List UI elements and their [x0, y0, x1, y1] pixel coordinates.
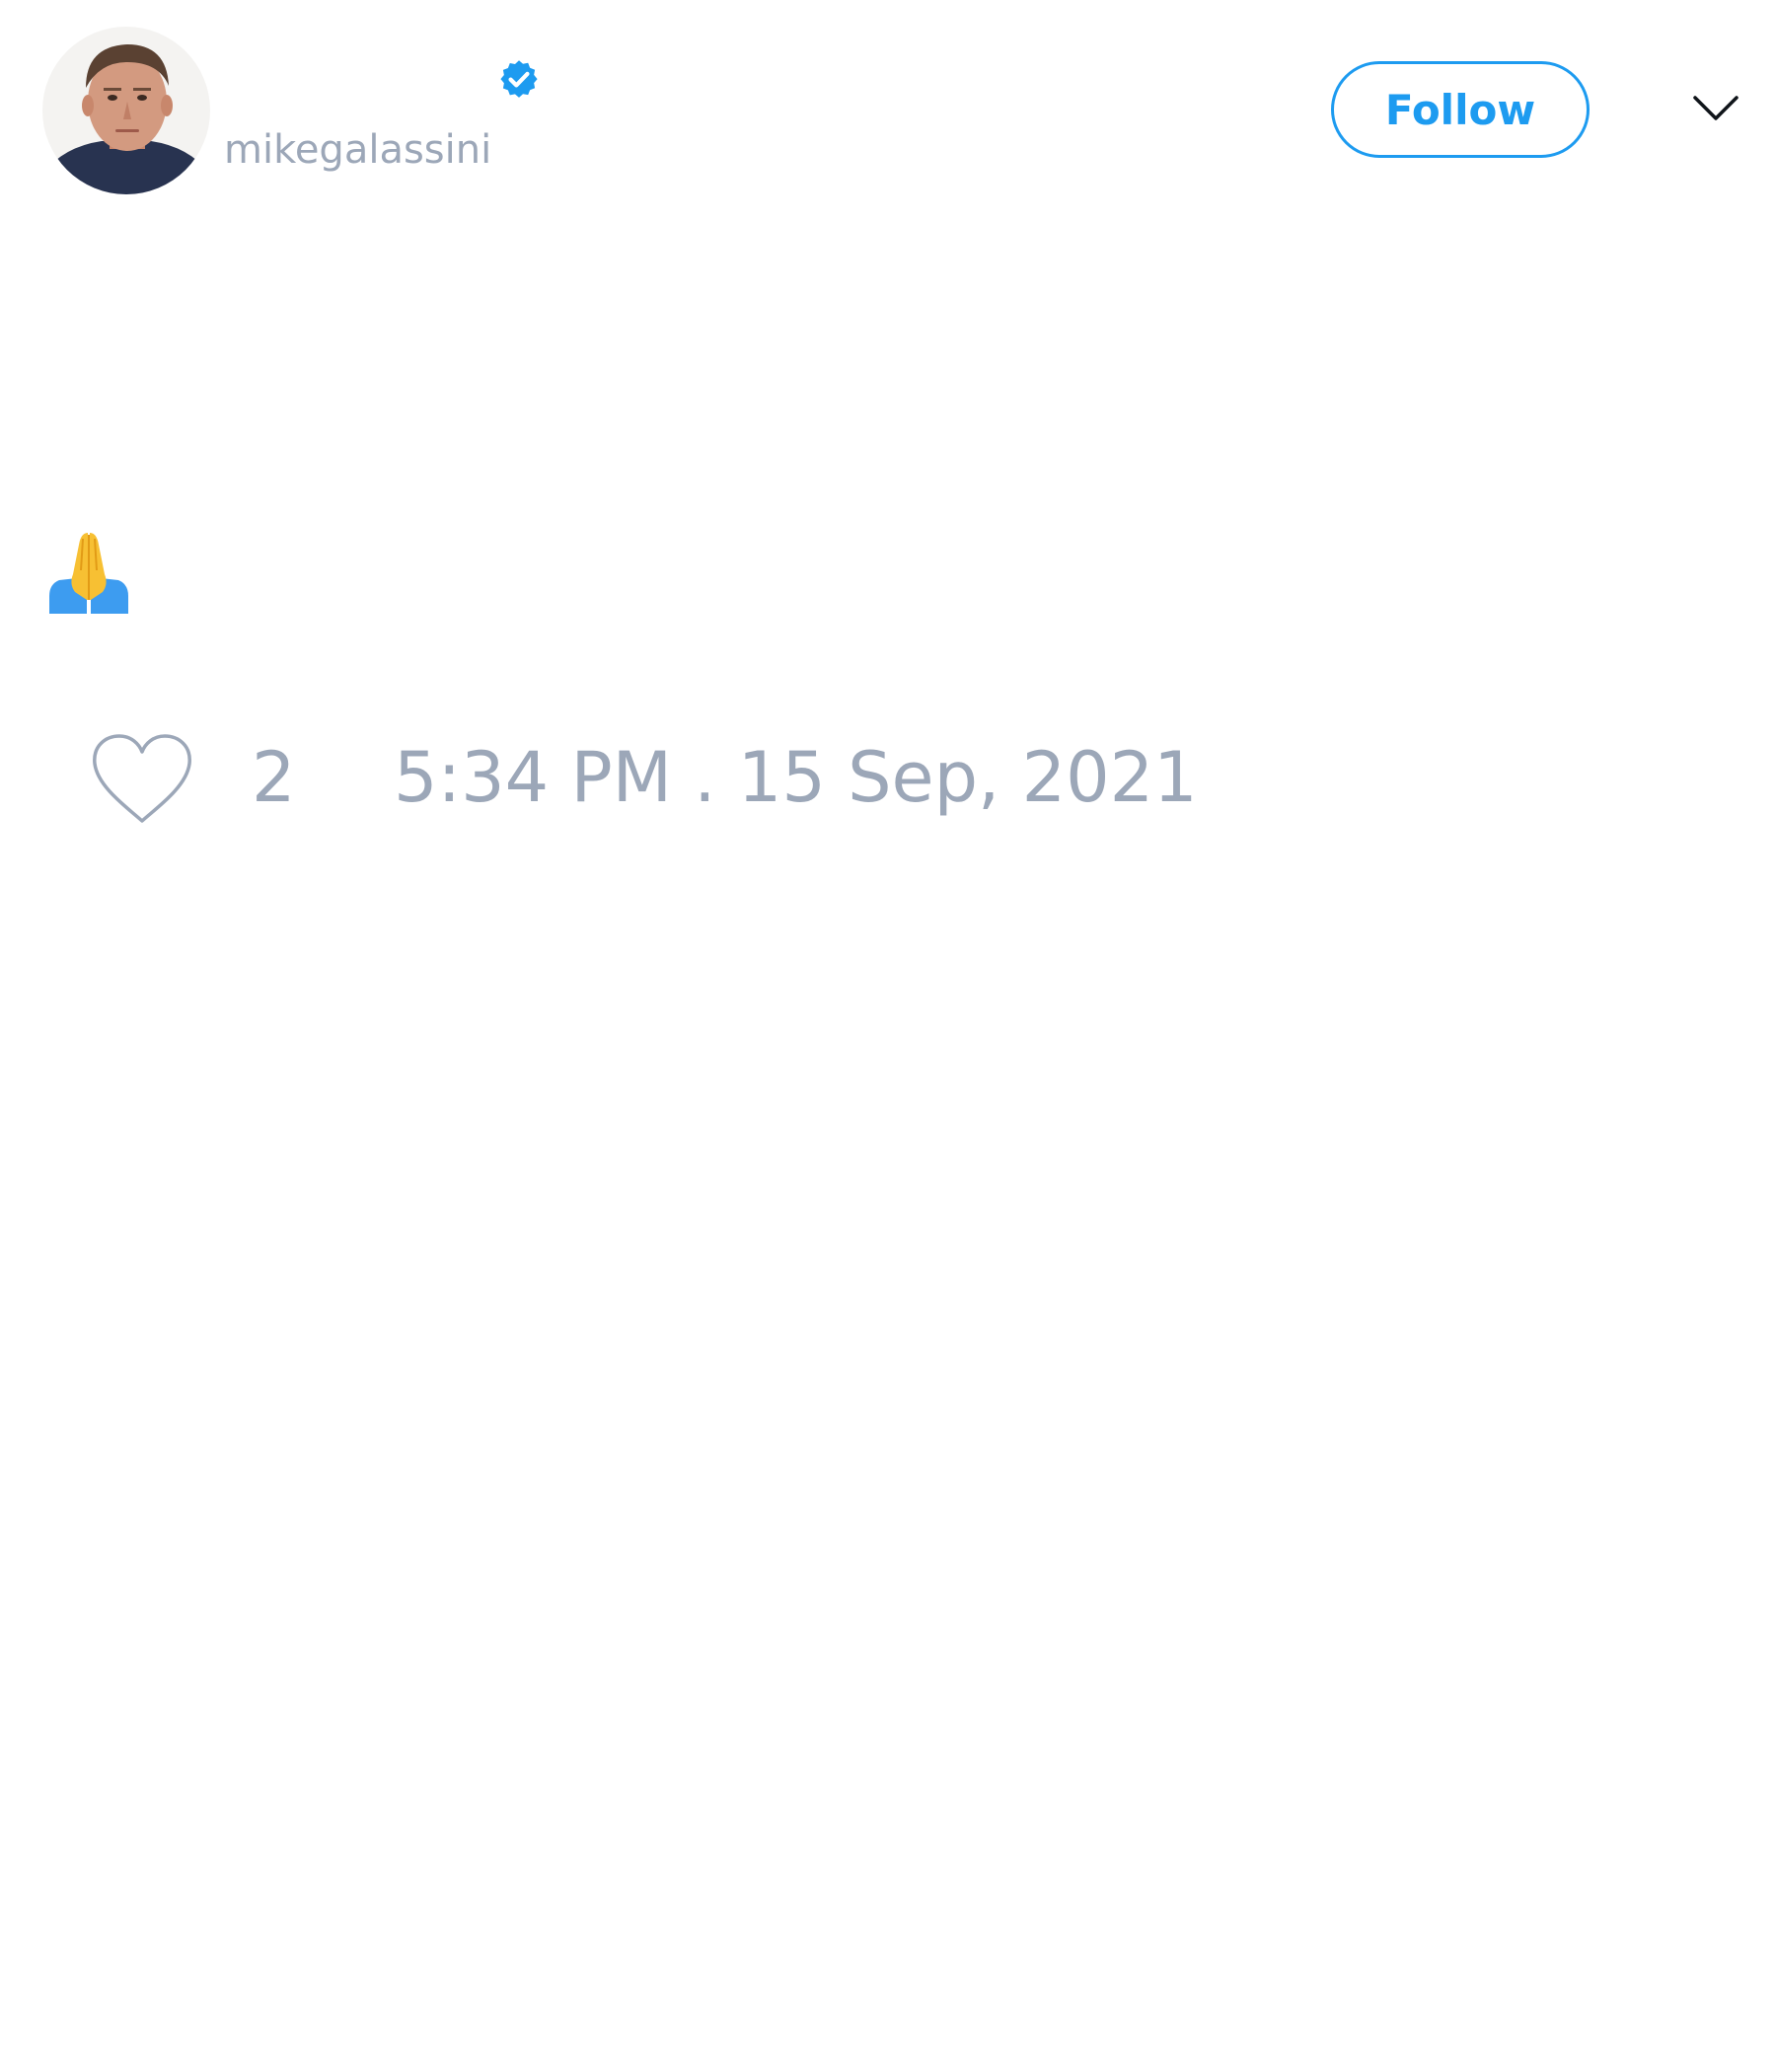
like-count: 2: [252, 737, 296, 818]
username[interactable]: mikegalassini: [224, 126, 491, 174]
folded-hands-emoji: [47, 531, 130, 614]
chevron-down-icon[interactable]: [1692, 94, 1739, 123]
tweet-timestamp[interactable]: 5:34 PM . 15 Sep, 2021: [394, 736, 1198, 819]
avatar[interactable]: [42, 27, 210, 194]
avatar-photo: [42, 27, 210, 194]
follow-button[interactable]: Follow: [1331, 61, 1590, 158]
verified-badge-icon: [496, 58, 542, 104]
heart-icon[interactable]: [90, 732, 194, 825]
